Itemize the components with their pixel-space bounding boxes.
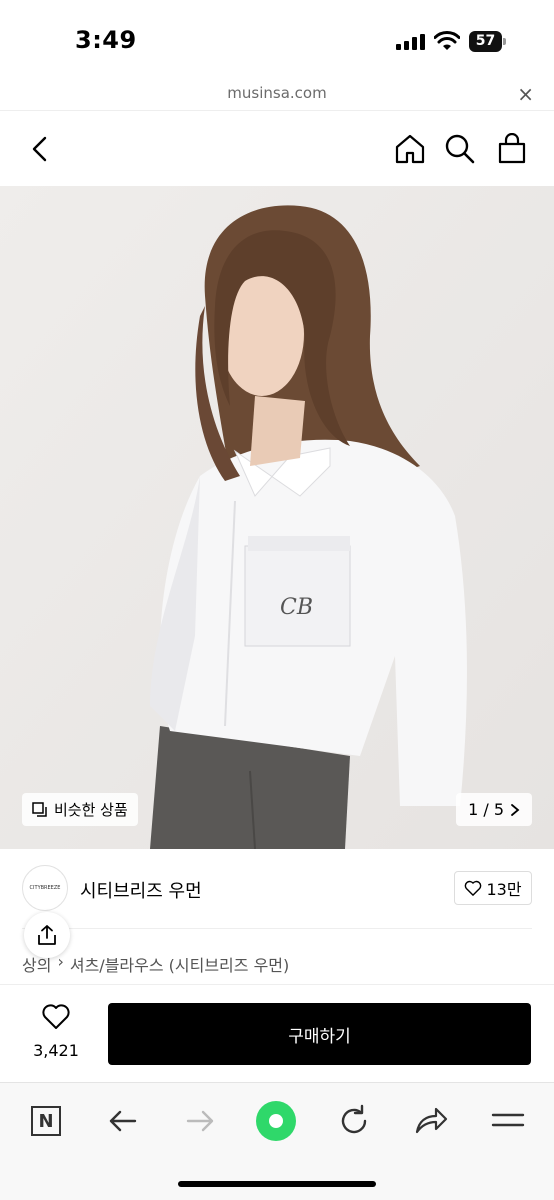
- brand-row[interactable]: CITYBREEZE 시티브리즈 우먼 13만: [0, 849, 554, 929]
- battery-level: 57: [469, 31, 502, 52]
- share-button[interactable]: [24, 912, 70, 958]
- product-photo: CB: [0, 186, 554, 849]
- buy-button[interactable]: 구매하기: [108, 1003, 531, 1065]
- breadcrumb-item[interactable]: 셔츠/블라우스 (시티브리즈 우먼): [70, 952, 289, 976]
- brand-name[interactable]: 시티브리즈 우먼: [80, 877, 202, 903]
- similar-products-label: 비슷한 상품: [54, 801, 128, 819]
- brand-like-button[interactable]: 13만: [454, 871, 532, 905]
- wishlist-count: 3,421: [33, 1041, 79, 1060]
- product-image[interactable]: CB 비슷한 상품 1 / 5: [0, 186, 554, 849]
- wishlist-button[interactable]: 3,421: [22, 1003, 90, 1067]
- close-icon[interactable]: ×: [517, 82, 534, 106]
- breadcrumb: 상의 › 셔츠/블라우스 (시티브리즈 우먼): [22, 952, 289, 976]
- copy-icon: [32, 801, 47, 817]
- embroidered-logo: CB: [280, 595, 313, 620]
- home-icon[interactable]: [394, 133, 426, 165]
- naver-home-button[interactable]: N: [26, 1101, 66, 1141]
- purchase-bar: 3,421 구매하기: [0, 984, 554, 1082]
- status-bar: 3:49 57: [0, 0, 554, 80]
- menu-icon[interactable]: [488, 1101, 528, 1141]
- heart-icon: [465, 880, 482, 896]
- battery-tip: [503, 38, 506, 45]
- wifi-icon: [434, 31, 460, 50]
- heart-icon: [42, 1004, 70, 1029]
- home-indicator: [178, 1181, 376, 1187]
- arrow-left-icon[interactable]: [103, 1101, 143, 1141]
- breadcrumb-separator: ›: [57, 952, 64, 971]
- app-header: [0, 110, 554, 186]
- search-icon[interactable]: [444, 133, 476, 165]
- cellular-signal-icon: [396, 34, 425, 50]
- naver-n-icon: N: [31, 1106, 61, 1136]
- divider: [22, 928, 532, 929]
- refresh-icon[interactable]: [334, 1101, 374, 1141]
- brand-logo[interactable]: CITYBREEZE: [22, 865, 68, 911]
- battery-icon: 57: [469, 31, 507, 52]
- share-arrow-icon[interactable]: [411, 1101, 451, 1141]
- url-bar[interactable]: musinsa.com ×: [0, 80, 554, 110]
- share-icon: [38, 925, 56, 945]
- image-page-indicator[interactable]: 1 / 5: [456, 793, 532, 826]
- chevron-left-icon[interactable]: [24, 133, 56, 165]
- green-dot-button[interactable]: [256, 1101, 296, 1141]
- page-count: 1 / 5: [468, 800, 504, 819]
- arrow-right-icon[interactable]: [180, 1101, 220, 1141]
- similar-products-button[interactable]: 비슷한 상품: [22, 793, 138, 826]
- url-text[interactable]: musinsa.com: [0, 84, 554, 102]
- green-dot-icon: [256, 1101, 296, 1141]
- brand-like-count: 13만: [486, 880, 522, 899]
- chevron-right-icon: [511, 803, 520, 816]
- shopping-bag-icon[interactable]: [496, 133, 528, 165]
- status-time: 3:49: [75, 26, 137, 54]
